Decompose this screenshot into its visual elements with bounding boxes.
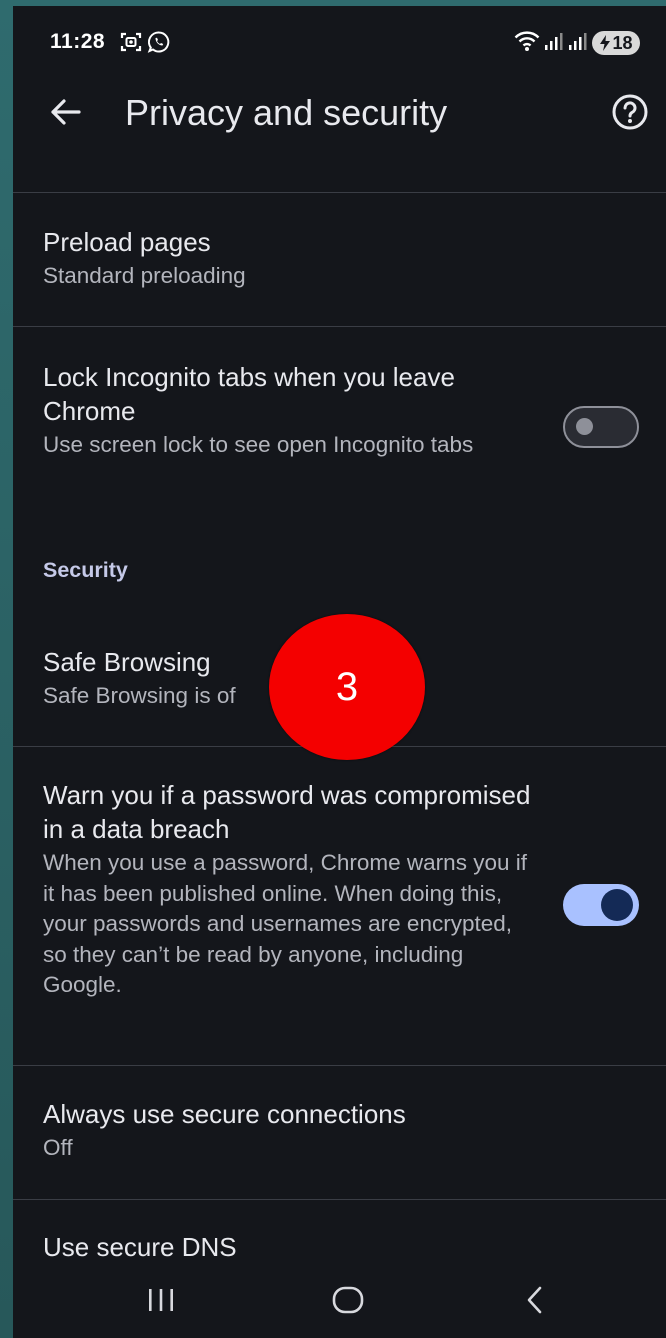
password-breach-setting[interactable]: Warn you if a password was compromised i… (43, 778, 533, 1001)
preload-pages-setting[interactable]: Preload pages Standard preloading (43, 225, 633, 292)
home-button[interactable] (326, 1282, 370, 1322)
screenshot-icon (119, 30, 143, 54)
page-title: Privacy and security (125, 92, 448, 133)
battery-level: 18 (612, 32, 633, 53)
navigation-bar (13, 1266, 666, 1338)
signal-icon (568, 31, 588, 56)
toggle-knob (601, 889, 633, 921)
password-breach-subtitle: When you use a password, Chrome warns yo… (43, 850, 527, 997)
help-circle-icon (611, 93, 649, 136)
step-number-badge: 3 (269, 614, 425, 760)
phone-screen: 11:28 18 Privacy and security Preload pa… (13, 6, 666, 1338)
password-breach-toggle[interactable] (563, 884, 639, 926)
nav-back-button[interactable] (513, 1282, 557, 1322)
divider (13, 1199, 666, 1200)
status-time: 11:28 (50, 30, 106, 53)
preload-pages-title: Preload pages (43, 227, 211, 257)
divider (13, 326, 666, 327)
back-icon (523, 1285, 547, 1320)
arrow-left-icon (49, 98, 81, 131)
help-button[interactable] (608, 92, 652, 136)
whatsapp-icon (147, 30, 171, 54)
back-button[interactable] (43, 92, 87, 136)
secure-dns-title: Use secure DNS (43, 1232, 237, 1262)
preload-pages-subtitle: Standard preloading (43, 263, 246, 288)
secure-connections-subtitle: Off (43, 1135, 73, 1160)
lock-incognito-setting[interactable]: Lock Incognito tabs when you leave Chrom… (43, 360, 533, 461)
recent-apps-button[interactable] (139, 1282, 183, 1322)
status-right-icons: 18 (514, 30, 640, 56)
lock-incognito-toggle[interactable] (563, 406, 639, 448)
toolbar: Privacy and security (13, 78, 666, 158)
screenshot-frame: 11:28 18 Privacy and security Preload pa… (0, 0, 666, 1338)
home-icon (331, 1285, 365, 1320)
password-breach-title: Warn you if a password was compromised i… (43, 780, 531, 844)
lock-incognito-subtitle: Use screen lock to see open Incognito ta… (43, 432, 474, 457)
divider (13, 192, 666, 193)
signal-icon (544, 31, 564, 56)
secure-dns-setting[interactable]: Use secure DNS (43, 1230, 633, 1264)
wifi-icon (514, 30, 540, 57)
toggle-knob (576, 418, 593, 435)
secure-connections-title: Always use secure connections (43, 1099, 406, 1129)
battery-icon: 18 (592, 31, 640, 55)
lock-incognito-title: Lock Incognito tabs when you leave Chrom… (43, 362, 455, 426)
security-section-header: Security (43, 558, 128, 582)
status-bar: 11:28 18 (13, 6, 666, 78)
recent-apps-icon (145, 1286, 177, 1319)
divider (13, 1065, 666, 1066)
secure-connections-setting[interactable]: Always use secure connections Off (43, 1097, 633, 1164)
